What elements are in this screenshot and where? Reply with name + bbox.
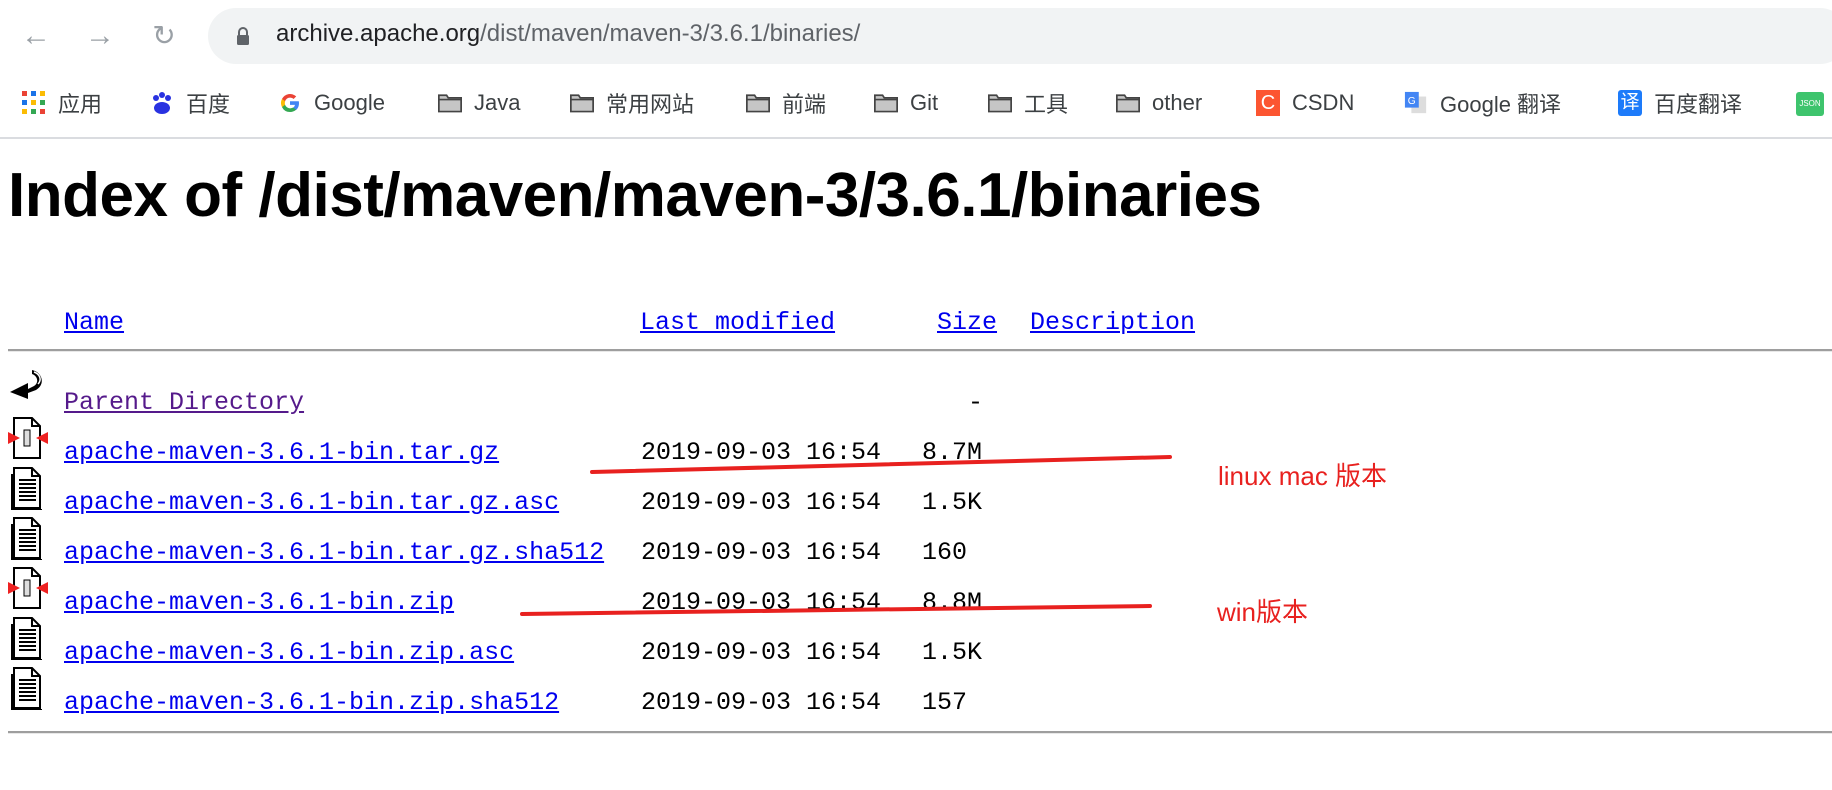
- win-annotation: win版本: [1217, 597, 1309, 627]
- linux-strike-line: [590, 455, 1172, 474]
- win-strike-line: [520, 604, 1152, 616]
- annotation-strokes: [520, 455, 1172, 616]
- linux-mac-annotation: linux mac 版本: [1218, 461, 1388, 491]
